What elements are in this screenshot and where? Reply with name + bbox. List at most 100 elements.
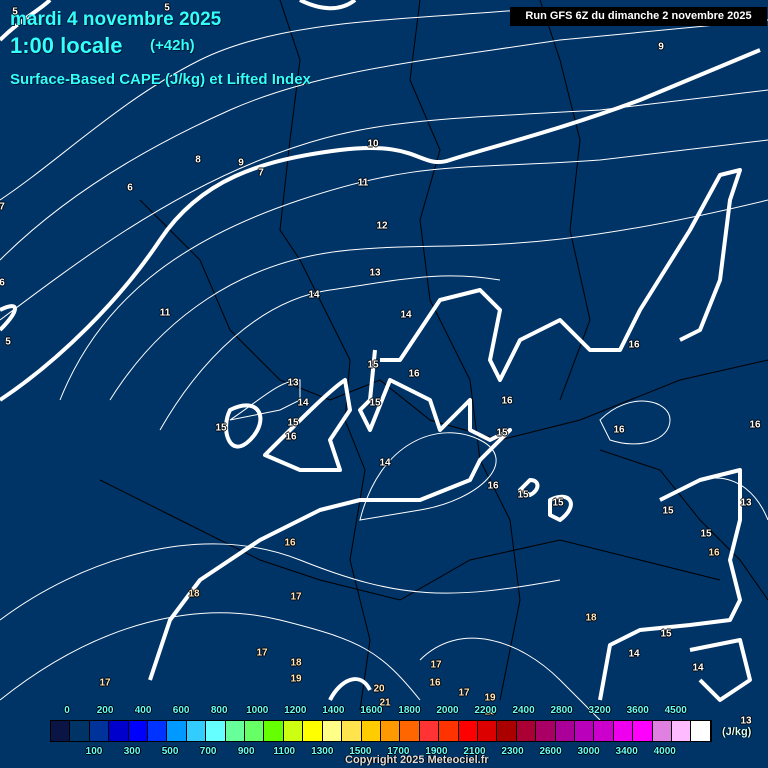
colorbar-bottom-label: 1100 xyxy=(273,746,296,757)
colorbar-swatch xyxy=(419,721,440,741)
contour-label: 16 xyxy=(501,395,513,407)
contour-label: 16 xyxy=(487,480,499,492)
colorbar-top-label: 200 xyxy=(96,705,114,716)
colorbar-top-label: 2200 xyxy=(474,705,497,716)
colorbar-top-label: 2000 xyxy=(436,705,459,716)
contour-label: 16 xyxy=(628,339,640,351)
colorbar-swatch xyxy=(380,721,401,741)
colorbar-swatch xyxy=(439,721,459,741)
colorbar-swatch xyxy=(109,721,129,741)
contour-label: 13 xyxy=(740,497,752,509)
contour-label: 14 xyxy=(297,397,309,409)
contour-label: 7 xyxy=(258,167,264,179)
colorbar-swatch xyxy=(128,721,149,741)
colorbar-bottom-label: 500 xyxy=(161,746,179,757)
contour-label: 15 xyxy=(552,497,564,509)
contour-label: 16 xyxy=(708,547,720,559)
contour-label: 7 xyxy=(0,201,5,213)
colorbar-top-label: 3600 xyxy=(626,705,649,716)
colorbar-swatch xyxy=(89,721,110,741)
contour-label: 6 xyxy=(127,182,133,194)
contour-label: 15 xyxy=(215,422,227,434)
contour-label: 17 xyxy=(99,677,111,689)
contour-label: 15 xyxy=(287,417,299,429)
contour-label: 14 xyxy=(400,309,412,321)
colorbar-bottom-label: 900 xyxy=(237,746,255,757)
colorbar-top-label: 0 xyxy=(64,705,70,716)
colorbar-swatch xyxy=(458,721,478,741)
forecast-date: mardi 4 novembre 2025 xyxy=(10,9,222,30)
contour-label: 19 xyxy=(290,673,302,685)
colorbar-swatch xyxy=(283,721,304,741)
colorbar-swatch xyxy=(361,721,381,741)
contour-label: 16 xyxy=(408,368,420,380)
contour-label: 15 xyxy=(496,427,508,439)
colorbar-top-label: 400 xyxy=(134,705,152,716)
contour-label: 11 xyxy=(159,307,171,319)
contour-label: 15 xyxy=(700,528,712,540)
contour-label: 14 xyxy=(692,662,704,674)
contour-label: 19 xyxy=(484,692,496,704)
contour-label: 17 xyxy=(430,659,442,671)
colorbar-top-label: 600 xyxy=(172,705,190,716)
contour-label: 9 xyxy=(658,41,664,53)
contour-label: 5 xyxy=(5,336,11,348)
colorbar-unit: (J/kg) xyxy=(722,726,752,738)
colorbar-bottom-label: 3000 xyxy=(577,746,600,757)
colorbar-top-label: 1800 xyxy=(398,705,421,716)
colorbar-top-label: 1000 xyxy=(246,705,269,716)
colorbar-top-label: 1400 xyxy=(322,705,345,716)
contour-label: 5 xyxy=(12,6,18,18)
colorbar-swatch xyxy=(516,721,537,741)
forecast-lead-time: (+42h) xyxy=(150,37,195,54)
colorbar-swatch xyxy=(148,721,168,741)
contour-label: 13 xyxy=(369,267,381,279)
colorbar-swatch xyxy=(497,721,517,741)
colorbar-swatch xyxy=(477,721,498,741)
colorbar-bottom-label: 1300 xyxy=(311,746,334,757)
contour-label: 15 xyxy=(367,359,379,371)
colorbar-swatch xyxy=(322,721,343,741)
contour-label: 20 xyxy=(373,683,385,695)
contour-label: 8 xyxy=(195,154,201,166)
map-title: Surface-Based CAPE (J/kg) et Lifted Inde… xyxy=(10,71,311,88)
contour-label: 13 xyxy=(740,715,752,727)
contour-label: 16 xyxy=(613,424,625,436)
contour-label: 15 xyxy=(517,489,529,501)
colorbar-swatch xyxy=(691,721,711,741)
contour-label: 15 xyxy=(662,505,674,517)
forecast-time: 1:00 locale xyxy=(10,33,123,58)
colorbar-bottom-label: 700 xyxy=(199,746,217,757)
colorbar-swatch xyxy=(51,721,71,741)
thin-contours xyxy=(0,9,768,721)
colorbar-bottom-label: 2300 xyxy=(501,746,524,757)
contour-label: 18 xyxy=(290,657,302,669)
colorbar-swatch xyxy=(400,721,420,741)
colorbar-bottom-label: 4000 xyxy=(653,746,676,757)
contour-label: 6 xyxy=(0,277,5,289)
colorbar-bottom-label: 3400 xyxy=(615,746,638,757)
contour-label: 16 xyxy=(429,677,441,689)
colorbar-top-label: 1200 xyxy=(284,705,307,716)
contour-label: 17 xyxy=(256,647,268,659)
contour-label: 17 xyxy=(458,687,470,699)
colorbar-swatch xyxy=(303,721,323,741)
colorbar-swatch xyxy=(70,721,90,741)
contour-label: 5 xyxy=(164,2,170,14)
contour-label: 10 xyxy=(367,138,379,150)
contour-label: 11 xyxy=(357,177,369,189)
contour-label: 13 xyxy=(287,377,299,389)
colorbar-swatch xyxy=(574,721,595,741)
contour-label: 14 xyxy=(379,457,391,469)
model-run-label: Run GFS 6Z du dimanche 2 novembre 2025 xyxy=(510,7,767,26)
colorbar-swatch xyxy=(167,721,187,741)
colorbar-swatch xyxy=(594,721,614,741)
colorbar-top-label: 2400 xyxy=(512,705,535,716)
contour-label: 18 xyxy=(585,612,597,624)
contour-label: 9 xyxy=(238,157,244,169)
contour-label: 16 xyxy=(284,537,296,549)
contour-label: 16 xyxy=(285,431,297,443)
colorbar-bottom-label: 2600 xyxy=(539,746,562,757)
colorbar-swatch xyxy=(245,721,265,741)
contour-label: 16 xyxy=(749,419,761,431)
